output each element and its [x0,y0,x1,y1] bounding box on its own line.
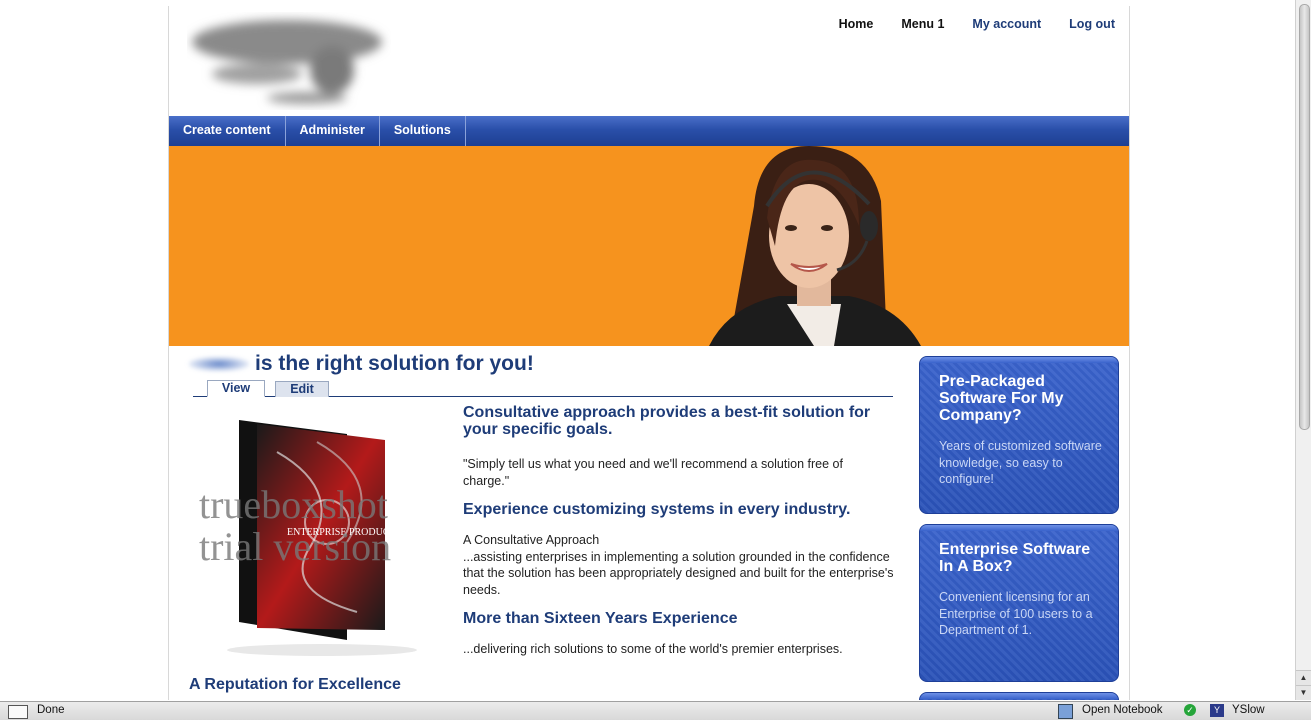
browser-status-bar: Done Open Notebook ✓ Y YSlow [0,701,1311,720]
site-logo[interactable] [187,12,391,110]
main-content: is the right solution for you! View Edit… [169,346,909,700]
section-heading-2: Experience customizing systems in every … [463,501,851,518]
home-link[interactable]: Home [839,17,874,31]
sidebar-box-prepackaged[interactable]: Pre-Packaged Software For My Company? Ye… [919,356,1119,514]
tab-view[interactable]: View [207,380,265,397]
page-title-text: is the right solution for you! [255,352,534,375]
page-title: is the right solution for you! [189,352,534,376]
section-paragraph-1: "Simply tell us what you need and we'll … [463,457,843,488]
open-notebook-button[interactable]: Open Notebook [1082,704,1163,716]
blurred-brand-name [189,357,249,371]
scroll-up-arrow-icon[interactable]: ▲ [1296,670,1311,685]
yslow-button[interactable]: YSlow [1232,704,1265,716]
section-paragraph-2a: A Consultative Approach [463,533,600,547]
product-boxshot-image: ENTERPRISE PRODUCT trueboxshot trial ver… [199,420,417,656]
menu1-link[interactable]: Menu 1 [901,17,944,31]
section-heading-3: More than Sixteen Years Experience [463,610,738,627]
sidebar-box-enterprise[interactable]: Enterprise Software In A Box? Convenient… [919,524,1119,682]
sidebar-box-text: Years of customized software knowledge, … [939,439,1102,486]
scroll-down-arrow-icon[interactable]: ▼ [1296,685,1311,700]
content-tabs: View Edit [193,380,893,397]
sidebar: Pre-Packaged Software For My Company? Ye… [919,356,1119,700]
section-paragraph-2b: ...assisting enterprises in implementing… [463,549,894,597]
reputation-heading: A Reputation for Excellence [189,676,401,693]
section-paragraph-3: ...delivering rich solutions to some of … [463,642,843,656]
sidebar-box-title: Enterprise Software In A Box? [939,541,1091,575]
status-screen-icon [8,705,28,719]
watermark-line2: trial version [199,524,391,569]
status-text: Done [37,704,65,716]
vertical-scrollbar[interactable]: ▲ ▼ [1295,0,1311,700]
page-container: Home Menu 1 My account Log out Create co… [168,6,1130,700]
sidebar-box-title: Pre-Packaged Software For My Company? [939,373,1064,424]
check-icon[interactable]: ✓ [1184,704,1196,716]
sidebar-box-cap [920,693,1118,699]
watermark-line1: trueboxshot [199,482,388,527]
log-out-link[interactable]: Log out [1069,17,1115,31]
primary-nav: Create content Administer Solutions [169,116,1129,147]
nav-item-create-content[interactable]: Create content [169,116,286,146]
top-links: Home Menu 1 My account Log out [839,17,1115,31]
yslow-icon[interactable]: Y [1210,704,1224,717]
section-heading-1: Consultative approach provides a best-fi… [463,404,871,438]
nav-item-administer[interactable]: Administer [286,116,380,146]
notebook-icon[interactable] [1058,704,1073,719]
tab-edit[interactable]: Edit [275,381,329,397]
sidebar-box-text: Convenient licensing for an Enterprise o… [939,590,1093,637]
article-body: Consultative approach provides a best-fi… [463,404,895,658]
hero-banner [169,146,1129,346]
sidebar-box-partial[interactable] [919,692,1119,700]
scrollbar-thumb[interactable] [1299,4,1310,430]
hero-person-image [709,146,921,346]
nav-item-solutions[interactable]: Solutions [380,116,466,146]
my-account-link[interactable]: My account [972,17,1041,31]
